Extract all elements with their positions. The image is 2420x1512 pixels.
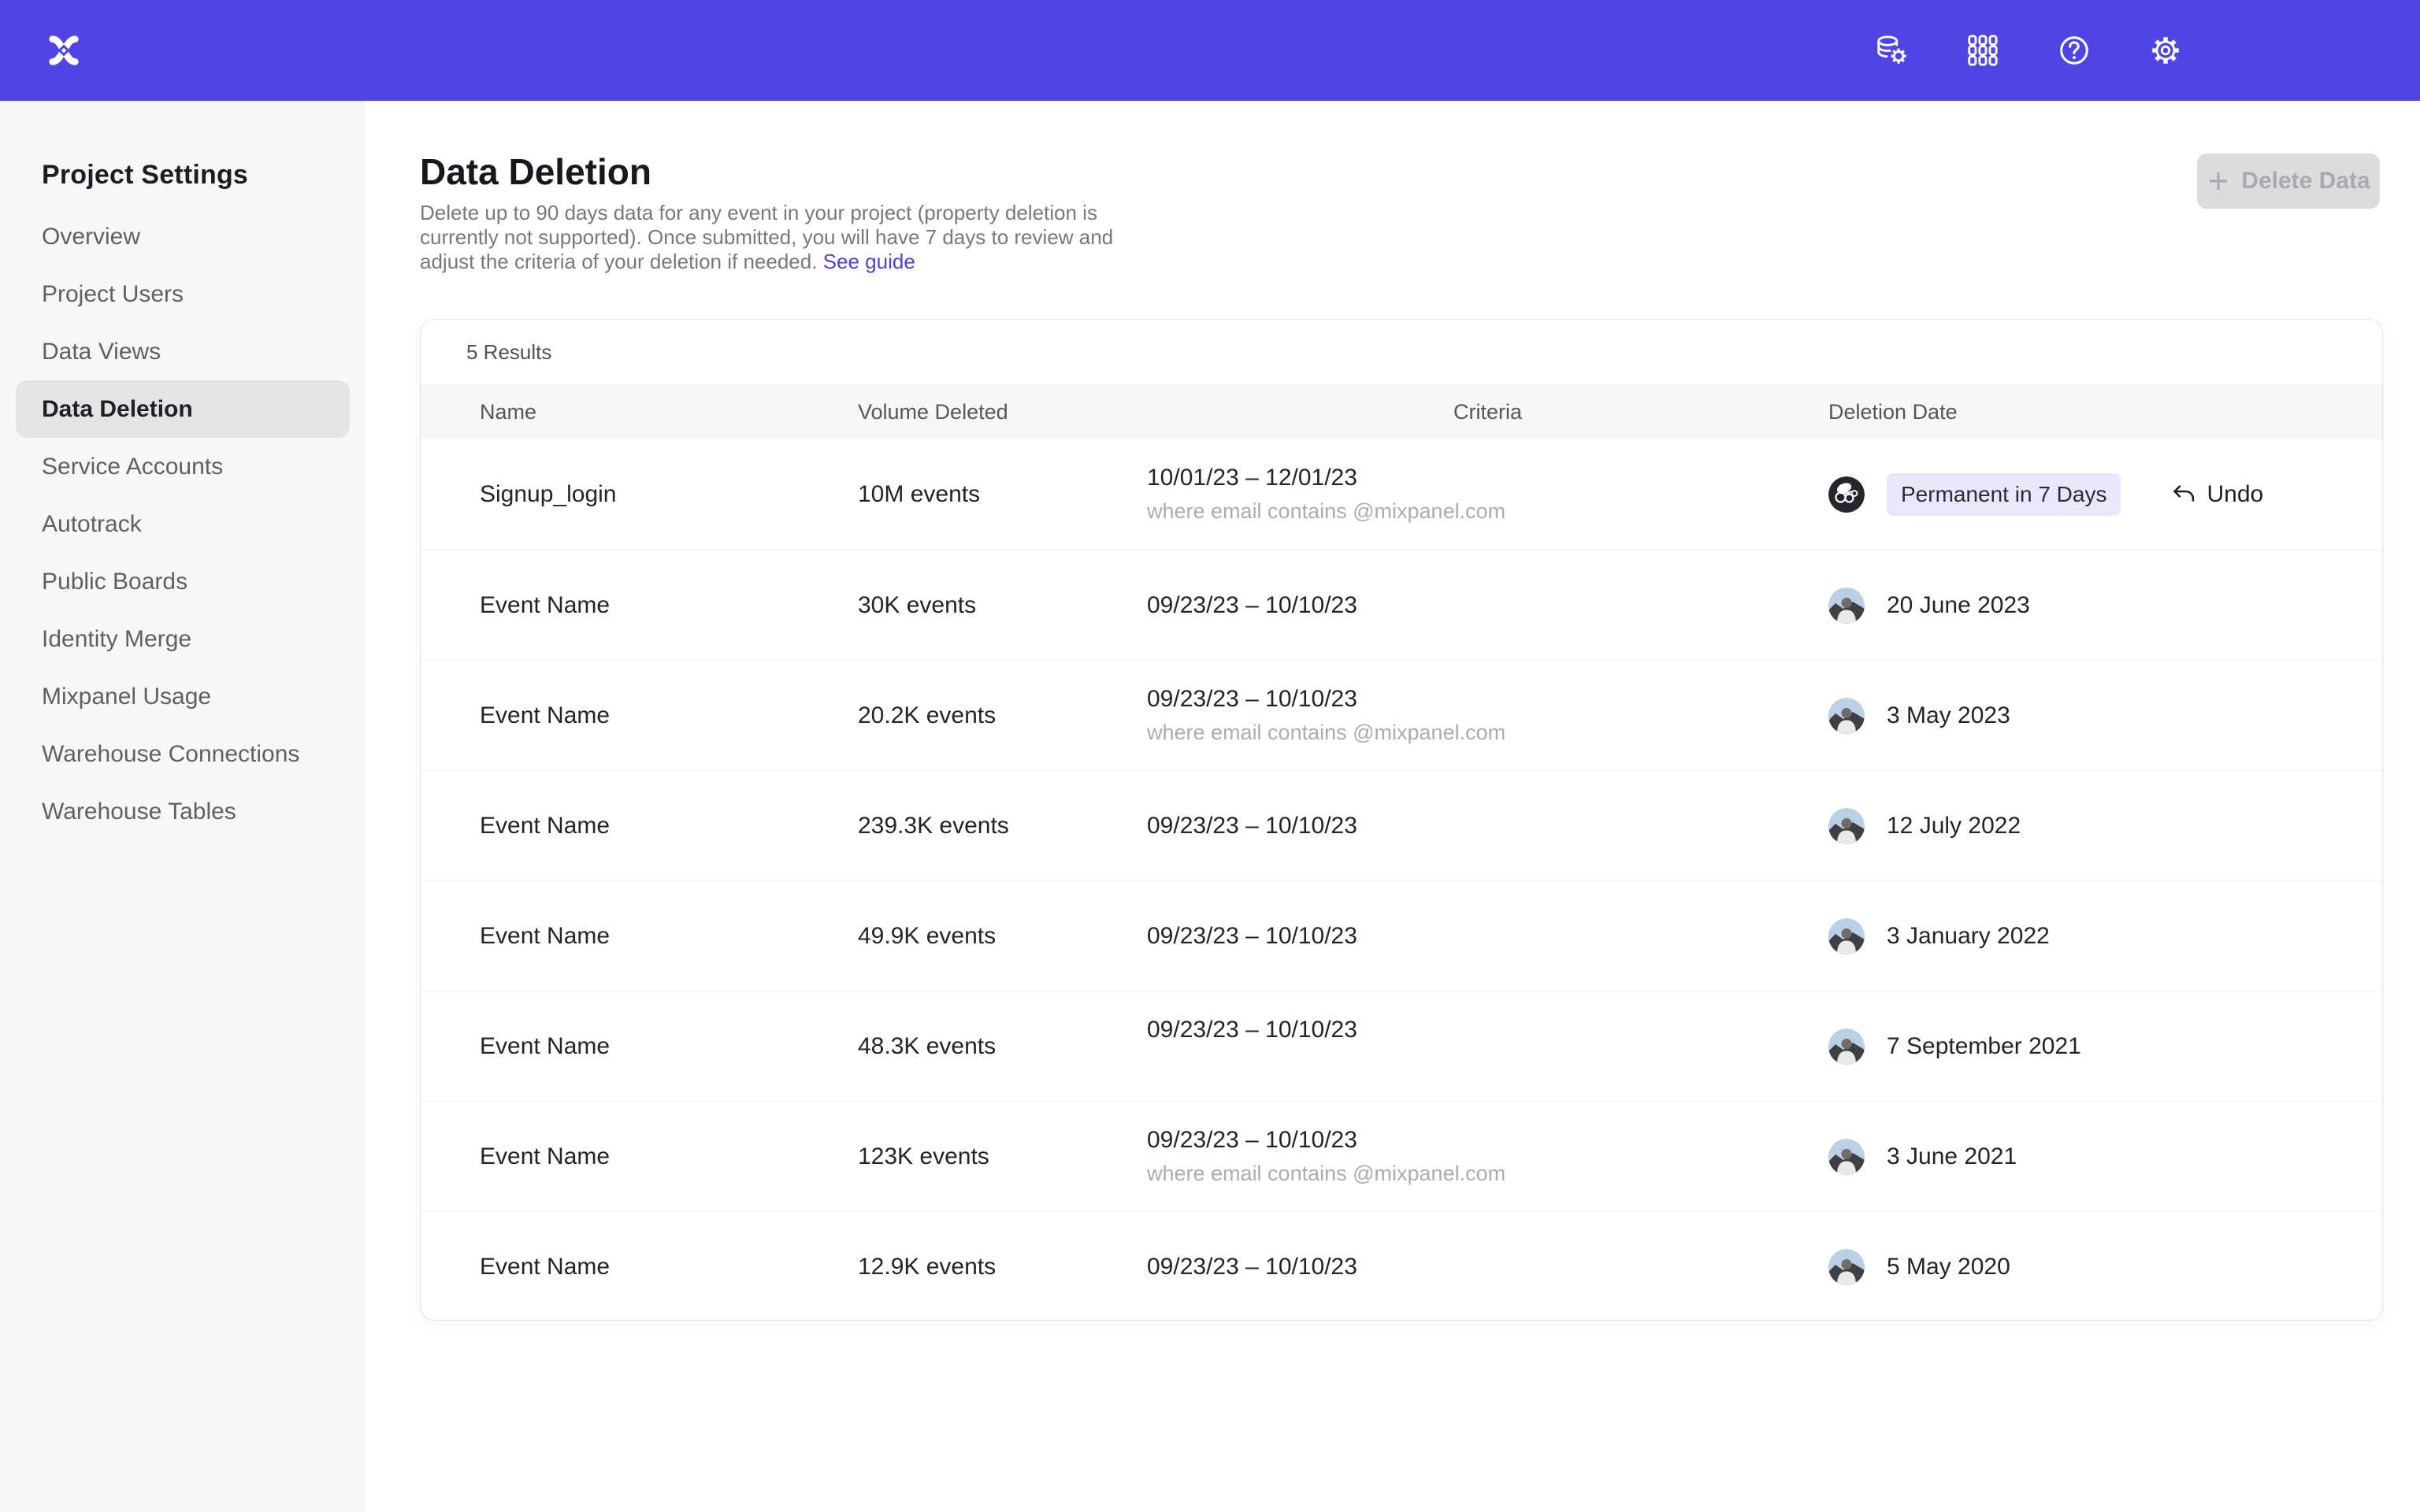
table-row: Signup_login 10M events 10/01/23 – 12/01… [421, 439, 2382, 550]
criteria-filter: where email contains @mixpanel.com [1147, 498, 1505, 524]
database-gear-icon[interactable] [1873, 32, 1910, 69]
delete-data-label: Delete Data [2241, 168, 2370, 195]
plus-icon [2207, 169, 2230, 193]
sidebar-title: Project Settings [0, 101, 366, 191]
criteria-date-range: 10/01/23 – 12/01/23 [1147, 465, 1357, 491]
status-badge: Permanent in 7 Days [1887, 473, 2121, 516]
event-name: Event Name [480, 1033, 610, 1060]
volume-deleted: 12.9K events [858, 1254, 996, 1280]
undo-icon [2171, 482, 2196, 507]
undo-button[interactable]: Undo [2171, 481, 2263, 508]
sidebar-item-data-views[interactable]: Data Views [0, 323, 366, 380]
avatar [1828, 476, 1865, 513]
deletion-date: 7 September 2021 [1887, 1033, 2081, 1060]
sidebar-nav: Overview Project Users Data Views Data D… [0, 208, 366, 840]
deletion-date: 3 January 2022 [1887, 923, 2050, 950]
topbar-icon-group [1873, 32, 2184, 69]
volume-deleted: 20.2K events [858, 702, 996, 729]
sidebar-item-mixpanel-usage[interactable]: Mixpanel Usage [0, 668, 366, 725]
table-row: Event Name 30K events 09/23/23 – 10/10/2… [421, 550, 2382, 660]
description-line-1: Delete up to 90 days data for any event … [420, 201, 1097, 224]
settings-sidebar: Project Settings Overview Project Users … [0, 101, 366, 1512]
apps-grid-icon[interactable] [1965, 32, 2001, 69]
sidebar-item-warehouse-tables[interactable]: Warehouse Tables [0, 783, 366, 840]
settings-gear-icon[interactable] [2147, 32, 2184, 69]
event-name: Event Name [480, 702, 610, 729]
column-header-volume-deleted: Volume Deleted [858, 384, 1147, 439]
delete-data-button[interactable]: Delete Data [2197, 154, 2380, 209]
mixpanel-logo[interactable] [44, 31, 84, 70]
table-row: Event Name 123K events 09/23/23 – 10/10/… [421, 1101, 2382, 1211]
see-guide-link[interactable]: See guide [823, 250, 915, 273]
criteria-date-range: 09/23/23 – 10/10/23 [1147, 1254, 1357, 1280]
sidebar-item-public-boards[interactable]: Public Boards [0, 553, 366, 610]
volume-deleted: 239.3K events [858, 813, 1009, 839]
mixpanel-logo-icon [46, 32, 82, 69]
description-line-2: currently not supported). Once submitted… [420, 225, 1113, 249]
criteria-filter: where email contains @mixpanel.com [1147, 720, 1505, 746]
table-row: Event Name 48.3K events 09/23/23 – 10/10… [421, 991, 2382, 1101]
main-content: Data Deletion Delete up to 90 days data … [366, 101, 2420, 1512]
criteria-date-range: 09/23/23 – 10/10/23 [1147, 1127, 1357, 1154]
criteria-date-range: 09/23/23 – 10/10/23 [1147, 923, 1357, 950]
event-name: Event Name [480, 1254, 610, 1280]
page-title: Data Deletion [420, 150, 651, 193]
top-navigation-bar [0, 0, 2420, 101]
avatar [1828, 587, 1865, 624]
event-name: Event Name [480, 923, 610, 950]
criteria-filter: where email contains @mixpanel.com [1147, 1161, 1505, 1187]
sidebar-item-data-deletion[interactable]: Data Deletion [16, 380, 350, 438]
deletion-date: 3 May 2023 [1887, 702, 2010, 729]
sidebar-item-warehouse-connections[interactable]: Warehouse Connections [0, 725, 366, 783]
sidebar-item-project-users[interactable]: Project Users [0, 265, 366, 323]
sidebar-item-autotrack[interactable]: Autotrack [0, 495, 366, 553]
deletion-date: 5 May 2020 [1887, 1254, 2010, 1280]
column-header-deletion-date: Deletion Date [1828, 384, 2382, 439]
description-line-3: adjust the criteria of your deletion if … [420, 250, 817, 273]
avatar [1828, 698, 1865, 734]
table-header-row: Name Volume Deleted Criteria Deletion Da… [421, 384, 2382, 439]
criteria-date-range: 09/23/23 – 10/10/23 [1147, 813, 1357, 839]
avatar [1828, 1249, 1865, 1285]
page-description: Delete up to 90 days data for any event … [420, 201, 1152, 274]
criteria-date-range: 09/23/23 – 10/10/23 [1147, 592, 1357, 619]
deletion-date: 12 July 2022 [1887, 813, 2021, 839]
criteria-date-range: 09/23/23 – 10/10/23 [1147, 1017, 1357, 1043]
deletion-requests-card: 5 Results Name Volume Deleted Criteria D… [420, 319, 2383, 1321]
avatar [1828, 918, 1865, 954]
table-row: Event Name 49.9K events 09/23/23 – 10/10… [421, 880, 2382, 991]
undo-label: Undo [2207, 481, 2263, 508]
sidebar-item-overview[interactable]: Overview [0, 208, 366, 265]
avatar [1828, 808, 1865, 844]
results-count: 5 Results [421, 320, 2382, 384]
avatar [1828, 1028, 1865, 1065]
column-header-criteria: Criteria [1147, 384, 1828, 439]
help-icon[interactable] [2056, 32, 2092, 69]
deletion-date: 20 June 2023 [1887, 592, 2030, 619]
event-name: Event Name [480, 592, 610, 619]
table-row: Event Name 239.3K events 09/23/23 – 10/1… [421, 770, 2382, 880]
criteria-date-range: 09/23/23 – 10/10/23 [1147, 686, 1357, 713]
sidebar-item-identity-merge[interactable]: Identity Merge [0, 610, 366, 668]
event-name: Event Name [480, 813, 610, 839]
table-row: Event Name 12.9K events 09/23/23 – 10/10… [421, 1211, 2382, 1321]
avatar [1828, 1139, 1865, 1175]
event-name: Signup_login [480, 481, 616, 508]
event-name: Event Name [480, 1143, 610, 1170]
volume-deleted: 49.9K events [858, 923, 996, 950]
deletion-date: 3 June 2021 [1887, 1143, 2017, 1170]
column-header-name: Name [480, 384, 858, 439]
table-row: Event Name 20.2K events 09/23/23 – 10/10… [421, 660, 2382, 770]
table-body: Signup_login 10M events 10/01/23 – 12/01… [421, 439, 2382, 1321]
volume-deleted: 30K events [858, 592, 976, 619]
sidebar-item-service-accounts[interactable]: Service Accounts [0, 438, 366, 495]
volume-deleted: 48.3K events [858, 1033, 996, 1060]
volume-deleted: 10M events [858, 481, 980, 508]
volume-deleted: 123K events [858, 1143, 989, 1170]
